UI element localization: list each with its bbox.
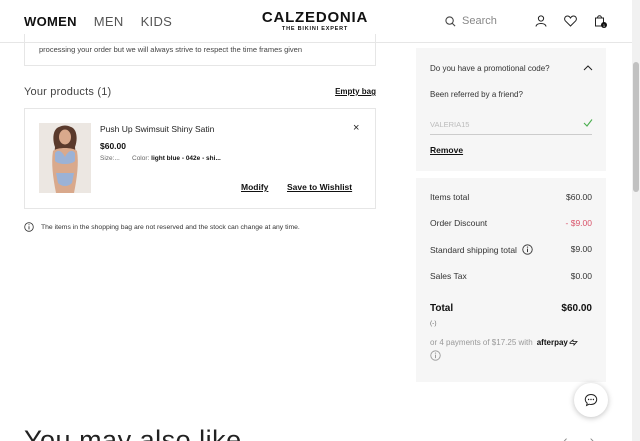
nav-men[interactable]: MEN <box>94 14 124 29</box>
total-label: Total <box>430 303 454 314</box>
items-total-label: Items total <box>430 192 470 202</box>
shipping-info-icon[interactable] <box>522 244 533 255</box>
product-size: Size:... <box>100 155 120 162</box>
info-icon <box>24 222 34 232</box>
tax-label: Sales Tax <box>430 271 467 281</box>
search-field[interactable]: Search <box>445 15 497 27</box>
product-price: $60.00 <box>100 141 126 151</box>
scrollbar-thumb[interactable] <box>633 62 639 192</box>
search-icon <box>445 15 456 26</box>
product-image[interactable] <box>39 123 91 193</box>
shopping-bag-icon[interactable]: 1 <box>594 14 608 29</box>
carousel-controls: ‹ › <box>563 432 616 441</box>
total-row: Total $60.00 <box>430 303 592 314</box>
remove-promo-link[interactable]: Remove <box>430 145 463 155</box>
afterpay-arrows-icon <box>569 339 578 346</box>
items-total-value: $60.00 <box>566 192 592 202</box>
shipping-value: $9.00 <box>570 244 592 254</box>
main-nav: WOMEN MEN KIDS <box>24 14 189 29</box>
product-card: Push Up Swimsuit Shiny Satin $60.00 Size… <box>24 108 376 209</box>
afterpay-note: or 4 payments of $17.25 with afterpay <box>430 338 578 347</box>
total-subnote: (-) <box>430 320 437 327</box>
chat-button[interactable] <box>574 383 608 417</box>
chat-bubble-icon <box>584 393 598 407</box>
remove-product-close-icon[interactable]: × <box>353 122 359 134</box>
empty-bag-link[interactable]: Empty bag <box>335 87 376 96</box>
delivery-info-box: processing your order but we will always… <box>24 34 376 66</box>
products-title: Your products (1) <box>24 86 112 98</box>
items-total-row: Items total $60.00 <box>430 192 592 202</box>
logo-tagline: THE BIKINI EXPERT <box>281 26 349 32</box>
save-to-wishlist-link[interactable]: Save to Wishlist <box>287 182 352 192</box>
stock-notice-text: The items in the shopping bag are not re… <box>41 223 300 231</box>
carousel-prev-icon[interactable]: ‹ <box>563 432 568 441</box>
search-placeholder: Search <box>462 15 497 27</box>
shipping-label: Standard shipping total <box>430 244 517 255</box>
discount-value: - $9.00 <box>565 218 592 228</box>
order-summary-panel: Items total $60.00 Order Discount - $9.0… <box>416 178 606 382</box>
product-name[interactable]: Push Up Swimsuit Shiny Satin <box>100 124 214 134</box>
chevron-up-icon[interactable] <box>583 65 593 71</box>
nav-women[interactable]: WOMEN <box>24 14 77 29</box>
page-scrollbar[interactable] <box>632 0 640 441</box>
product-color-value: light blue - 042e - shi... <box>151 155 221 162</box>
afterpay-logo[interactable]: afterpay <box>537 338 568 347</box>
check-icon <box>583 119 593 127</box>
delivery-info-text: processing your order but we will always… <box>39 45 303 54</box>
shipping-row: Standard shipping total $9.00 <box>430 244 592 255</box>
stock-notice: The items in the shopping bag are not re… <box>24 222 300 232</box>
recommendations-title: You may also like <box>24 425 242 441</box>
product-color-label: Color: <box>132 155 150 162</box>
afterpay-info-icon[interactable] <box>430 350 441 361</box>
user-icon[interactable] <box>535 15 547 27</box>
product-color: Color: light blue - 042e - shi... <box>132 155 221 162</box>
afterpay-text: or 4 payments of $17.25 with <box>430 338 533 347</box>
total-value: $60.00 <box>561 303 592 314</box>
brand-logo[interactable]: CALZEDONIA THE BIKINI EXPERT <box>259 10 371 32</box>
tax-value: $0.00 <box>570 271 592 281</box>
carousel-next-icon[interactable]: › <box>590 432 595 441</box>
wishlist-heart-icon[interactable] <box>564 15 577 27</box>
discount-label: Order Discount <box>430 218 488 228</box>
products-header: Your products (1) Empty bag <box>24 86 376 98</box>
promo-code-input[interactable]: VALERIA15 <box>430 118 592 135</box>
promo-code-panel: Do you have a promotional code? Been ref… <box>416 48 606 171</box>
discount-row: Order Discount - $9.00 <box>430 218 592 228</box>
modify-link[interactable]: Modify <box>241 182 268 192</box>
promo-code-toggle[interactable]: Do you have a promotional code? <box>430 64 550 73</box>
nav-kids[interactable]: KIDS <box>141 14 173 29</box>
tax-row: Sales Tax $0.00 <box>430 271 592 281</box>
logo-text: CALZEDONIA <box>261 9 369 26</box>
referral-label: Been referred by a friend? <box>430 90 523 99</box>
